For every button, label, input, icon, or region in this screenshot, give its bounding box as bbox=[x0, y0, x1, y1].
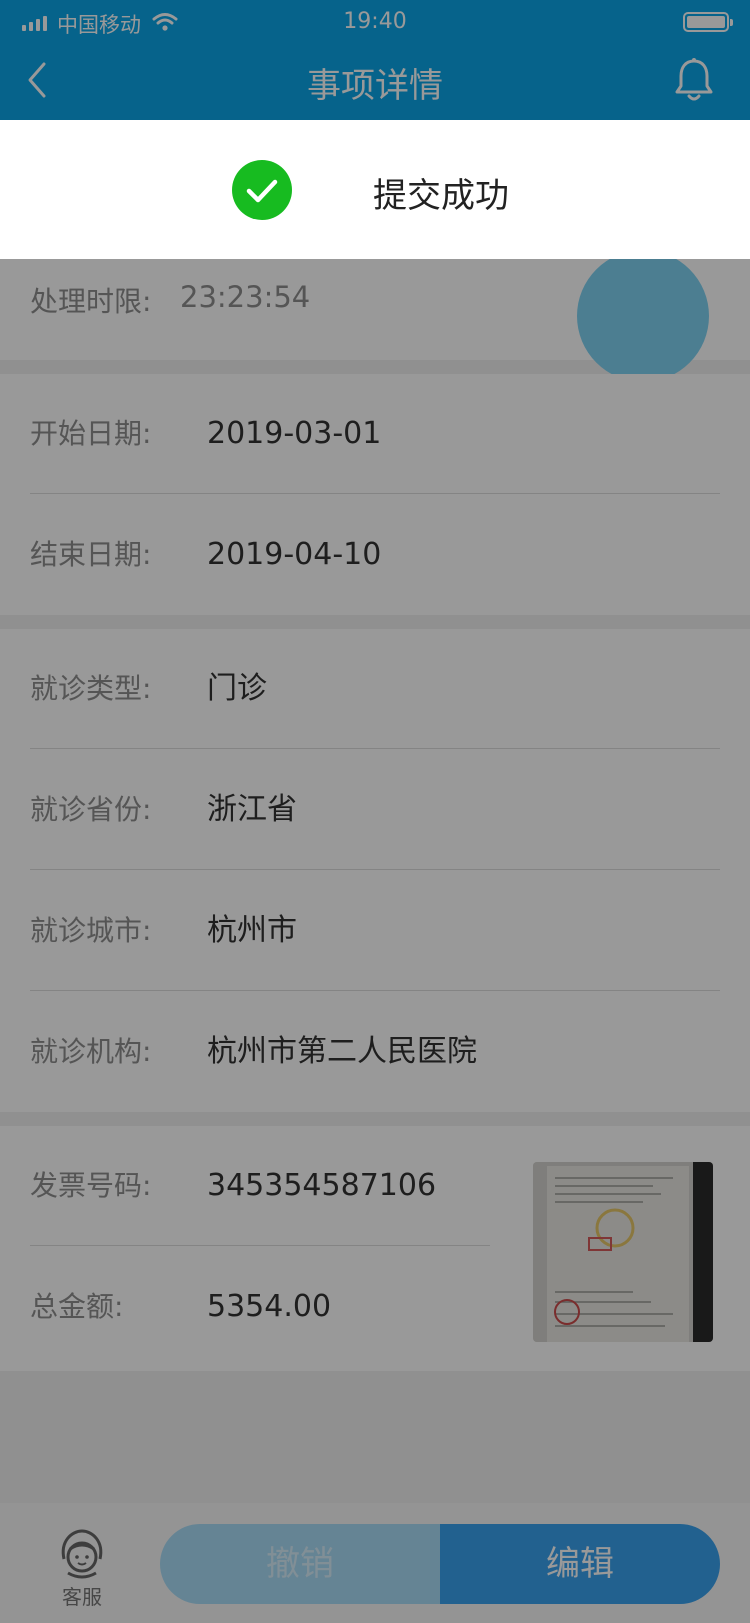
toast-message: 提交成功 bbox=[373, 176, 509, 216]
success-toast: 提交成功 bbox=[0, 120, 750, 259]
check-circle-icon bbox=[232, 160, 292, 220]
